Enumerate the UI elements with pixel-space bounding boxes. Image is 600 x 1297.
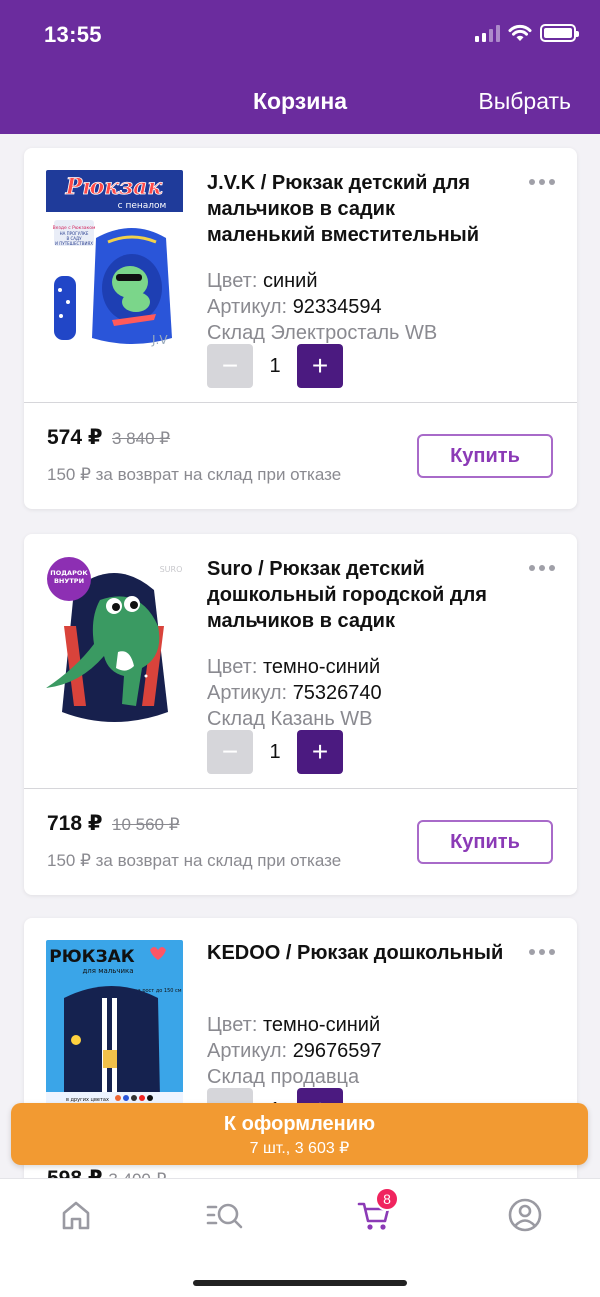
tab-profile[interactable]: [505, 1195, 545, 1235]
image-text: с пеналом: [118, 201, 167, 211]
product-image[interactable]: ПОДАРОК ВНУТРИ SURO: [46, 556, 183, 736]
tab-cart[interactable]: 8: [355, 1187, 399, 1235]
divider: [24, 402, 577, 403]
status-time: 13:55: [44, 22, 102, 47]
checkout-summary: 7 шт., 3 603 ₽: [249, 1140, 350, 1157]
old-price: 10 560 ₽: [112, 815, 180, 834]
price: 598 ₽ 3 400 ₽: [47, 1166, 166, 1178]
quantity-value: 1: [269, 354, 281, 377]
old-price: 3 840 ₽: [112, 429, 171, 448]
battery-icon: [540, 24, 579, 42]
product-article: Артикул: 92334594: [207, 296, 382, 318]
decrease-button[interactable]: −: [207, 344, 253, 388]
cellular-signal-icon: [475, 24, 500, 42]
cart-item-card: ПОДАРОК ВНУТРИ SURO Suro / Рюкзак детски…: [24, 534, 577, 895]
product-name[interactable]: Suro / Рюкзак детский дошкольный городск…: [207, 556, 507, 634]
product-image[interactable]: Рюкзак с пеналом Везде с Рюкзаком НА ПРО…: [46, 170, 183, 350]
increase-button[interactable]: +: [297, 730, 343, 774]
image-text: ПОДАРОК: [50, 569, 88, 577]
product-warehouse: Склад продавца: [207, 1066, 360, 1088]
header: 13:55 Корзина Выбрать: [0, 0, 600, 134]
product-color: Цвет: темно-синий: [207, 656, 381, 678]
increase-button[interactable]: +: [297, 344, 343, 388]
wifi-icon: [508, 24, 532, 41]
image-text: И ПУТЕШЕСТВИЯХ: [55, 241, 93, 246]
image-text: SURO: [160, 565, 183, 574]
image-text: Рюкзак: [65, 174, 163, 200]
cart-item-card: Рюкзак с пеналом Везде с Рюкзаком НА ПРО…: [24, 148, 577, 509]
product-name[interactable]: KEDOO / Рюкзак дошкольный: [207, 940, 507, 966]
product-warehouse: Склад Казань WB: [207, 708, 373, 730]
profile-icon: [508, 1198, 542, 1232]
return-note: 150 ₽ за возврат на склад при отказе: [47, 465, 342, 484]
product-color: Цвет: синий: [207, 270, 318, 292]
return-note: 150 ₽ за возврат на склад при отказе: [47, 851, 342, 870]
quantity-value: 1: [269, 740, 281, 763]
buy-button[interactable]: Купить: [417, 820, 553, 864]
divider: [24, 788, 577, 789]
product-color: Цвет: темно-синий: [207, 1014, 381, 1036]
quantity-stepper: − 1 +: [207, 344, 343, 388]
product-article: Артикул: 75326740: [207, 682, 382, 704]
home-icon: [62, 1201, 90, 1230]
product-article: Артикул: 29676597: [207, 1040, 382, 1062]
cart-badge: 8: [375, 1187, 399, 1211]
status-icons: [475, 24, 579, 42]
checkout-label: К оформлению: [223, 1113, 376, 1135]
image-text: ВНУТРИ: [54, 577, 84, 585]
tab-home[interactable]: [56, 1195, 96, 1235]
image-text: J.V: [151, 333, 168, 347]
product-name[interactable]: J.V.K / Рюкзак детский для мальчиков в с…: [207, 170, 507, 248]
product-warehouse: Склад Электросталь WB: [207, 322, 438, 344]
decrease-button[interactable]: −: [207, 730, 253, 774]
home-indicator: [193, 1280, 407, 1286]
product-image[interactable]: РЮКЗАК для мальчика на рост до 150 см в …: [46, 940, 183, 1105]
catalog-search-icon: [206, 1203, 243, 1229]
more-options-icon[interactable]: [529, 179, 555, 185]
image-text: для мальчика: [82, 967, 133, 975]
buy-button[interactable]: Купить: [417, 434, 553, 478]
more-options-icon[interactable]: [529, 949, 555, 955]
quantity-stepper: − 1 +: [207, 730, 343, 774]
select-button[interactable]: Выбрать: [478, 88, 571, 115]
price: 574 ₽: [47, 426, 103, 449]
image-text: РЮКЗАК: [49, 947, 135, 967]
price: 718 ₽: [47, 812, 103, 835]
checkout-button[interactable]: К оформлению 7 шт., 3 603 ₽: [11, 1103, 588, 1165]
tab-catalog-search[interactable]: [205, 1195, 245, 1235]
more-options-icon[interactable]: [529, 565, 555, 571]
